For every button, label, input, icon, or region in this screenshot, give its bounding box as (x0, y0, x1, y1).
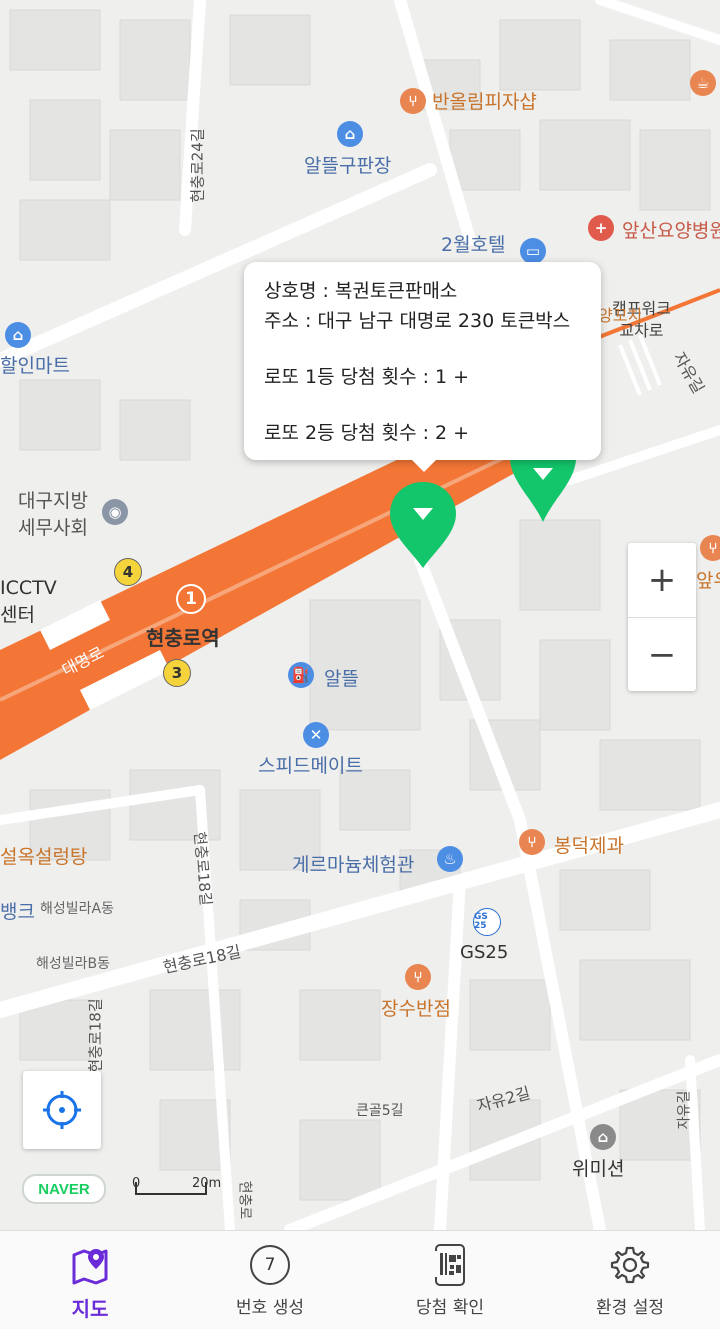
label-hospital[interactable]: 앞산요양병원 (622, 216, 720, 243)
shop-info-popup[interactable]: 상호명 : 복권토큰판매소 주소 : 대구 남구 대명로 230 토큰박스 로또… (244, 262, 601, 472)
tab-number-generate-label: 번호 생성 (236, 1298, 304, 1318)
label-haesung-a: 해성빌라A동 (40, 901, 114, 917)
label-hyeonchung: 현충로 (236, 1180, 253, 1220)
number-ball-icon: 7 (250, 1245, 290, 1285)
hotel-icon: ▭ (520, 238, 546, 264)
repair-icon: ✕ (303, 722, 329, 748)
crosshair-icon (43, 1091, 81, 1129)
shop-address: 주소 : 대구 남구 대명로 230 토큰박스 (264, 310, 571, 332)
tab-map[interactable]: 지도 (0, 1231, 180, 1329)
tab-win-check[interactable]: 당첨 확인 (360, 1231, 540, 1329)
shop-icon: ⌂ (5, 322, 31, 348)
label-jayu-v: 자유길 (676, 1090, 693, 1130)
label-bongduk[interactable]: 봉덕제과 (554, 831, 624, 858)
label-pizza[interactable]: 반올림피자샵 (432, 87, 537, 114)
my-location-button[interactable] (23, 1071, 101, 1149)
second-prize-count: 로또 2등 당첨 횟수 : 2 + (264, 422, 470, 444)
spa-icon: ♨ (437, 846, 463, 872)
label-wimi[interactable]: 위미션 (572, 1154, 624, 1181)
label-keungol: 큰골5길 (356, 1103, 404, 1119)
shop-name: 상호명 : 복권토큰판매소 (264, 280, 458, 302)
label-bank[interactable]: 뱅크 (0, 897, 35, 924)
zoom-out-button[interactable]: − (628, 618, 696, 692)
tab-settings[interactable]: 환경 설정 (540, 1231, 720, 1329)
office-icon: ◉ (102, 499, 128, 525)
tab-win-check-label: 당첨 확인 (416, 1298, 484, 1318)
label-road24: 현충로24길 (188, 128, 207, 203)
bottom-tab-bar: 지도 7 번호 생성 당첨 확인 환경 설정 (0, 1230, 720, 1329)
scale-bar: 0 20m (132, 1176, 224, 1196)
label-tax[interactable]: 대구지방 세무사회 (18, 488, 88, 542)
map-view[interactable]: ⑂ 반올림피자샵 ⌂ 알뜰구판장 2월호텔 ▭ + 앞산요양병원 ☕ ⌂ 할인마… (0, 0, 720, 1230)
scale-zero: 0 (132, 1176, 141, 1191)
label-ahu[interactable]: 앞우 (696, 566, 720, 593)
label-cctv[interactable]: ICCTV 센터 (0, 575, 57, 629)
restaurant-icon: ⑂ (405, 964, 431, 990)
cafe-icon: ☕ (690, 70, 716, 96)
map-base (0, 0, 720, 1230)
qr-scan-icon (432, 1244, 465, 1286)
lottery-marker-selected[interactable] (388, 480, 458, 570)
label-speedmate[interactable]: 스피드메이트 (258, 751, 363, 778)
zoom-in-button[interactable]: + (628, 543, 696, 618)
tab-settings-label: 환경 설정 (596, 1298, 664, 1318)
label-jangsu[interactable]: 장수반점 (381, 994, 451, 1021)
restaurant-icon: ⑂ (700, 535, 720, 561)
label-hotel[interactable]: 2월호텔 (441, 230, 506, 257)
label-haesung-b: 해성빌라B동 (36, 956, 111, 972)
subway-line-1-icon: 1 (176, 584, 206, 614)
label-seolok[interactable]: 설옥설렁탕 (0, 842, 87, 869)
gear-icon (610, 1246, 650, 1284)
scale-label: 20m (192, 1176, 222, 1191)
gas-station-icon: ⛽ (288, 662, 314, 688)
hospital-icon: + (588, 215, 614, 241)
label-alttteul[interactable]: 알뜰 (324, 664, 359, 691)
shop-icon: ⌂ (337, 121, 363, 147)
tab-number-generate[interactable]: 7 번호 생성 (180, 1231, 360, 1329)
label-road18v2: 현충로18길 (86, 998, 105, 1073)
first-prize-count: 로또 1등 당첨 횟수 : 1 + (264, 366, 470, 388)
home-icon: ⌂ (590, 1124, 616, 1150)
label-gs25[interactable]: GS25 (460, 942, 508, 963)
exit-badge-3[interactable]: 3 (163, 659, 191, 687)
restaurant-icon: ⑂ (519, 829, 545, 855)
label-yang[interactable]: 양꼬치 (598, 302, 642, 326)
restaurant-icon: ⑂ (400, 88, 426, 114)
lottery-marker[interactable] (508, 458, 578, 524)
gs25-badge-icon: GS 25 (473, 908, 501, 936)
label-discount[interactable]: 할인마트 (0, 351, 70, 378)
label-germanium[interactable]: 게르마늄체험관 (292, 850, 414, 877)
exit-badge-4[interactable]: 4 (114, 558, 142, 586)
zoom-control: + − (628, 543, 696, 691)
tab-map-label: 지도 (71, 1297, 109, 1321)
map-pin-icon (72, 1249, 108, 1285)
label-station[interactable]: 현충로역 (146, 622, 220, 651)
label-market[interactable]: 알뜰구판장 (304, 151, 391, 178)
naver-logo[interactable]: NAVER (22, 1174, 106, 1204)
